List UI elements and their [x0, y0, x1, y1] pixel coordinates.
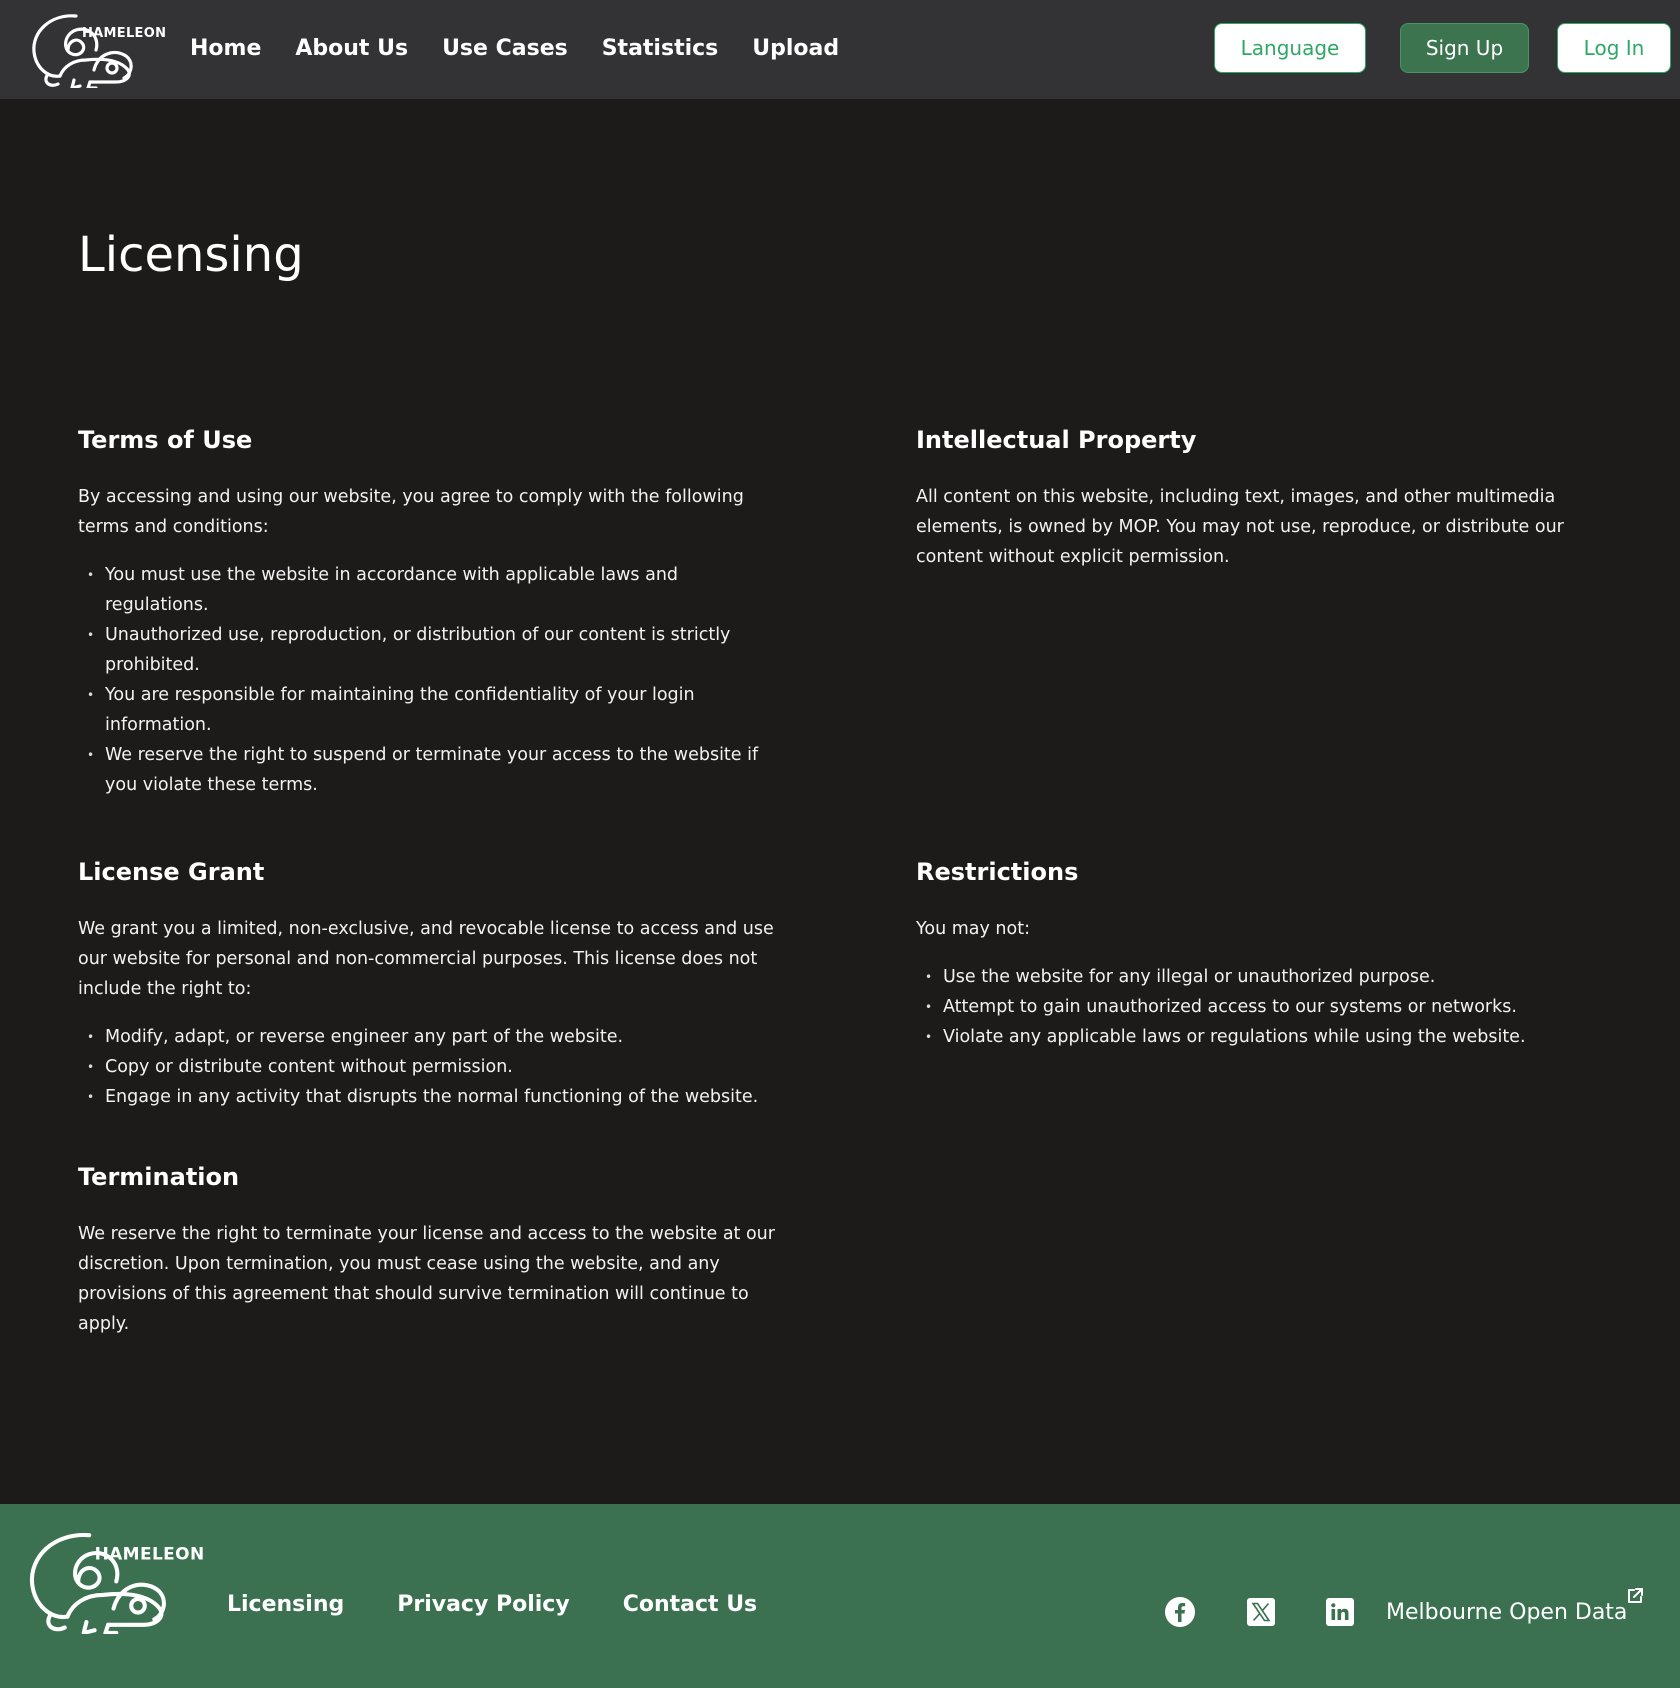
nav-use-cases[interactable]: Use Cases — [442, 32, 568, 66]
chameleon-logo-icon: HAMELEON — [30, 1533, 205, 1634]
restrictions-list: Use the website for any illegal or unaut… — [916, 962, 1596, 1052]
license-grant-section: License Grant We grant you a limited, no… — [78, 854, 778, 1112]
list-item: You are responsible for maintaining the … — [78, 680, 778, 740]
site-footer: HAMELEON Licensing Privacy Policy Contac… — [0, 1504, 1680, 1688]
page-title: Licensing — [78, 227, 304, 283]
footer-link-privacy-policy[interactable]: Privacy Policy — [397, 1588, 569, 1622]
restrictions-section: Restrictions You may not: Use the websit… — [916, 854, 1596, 1052]
list-item: Use the website for any illegal or unaut… — [916, 962, 1596, 992]
list-item: Engage in any activity that disrupts the… — [78, 1082, 778, 1112]
grant-list: Modify, adapt, or reverse engineer any p… — [78, 1022, 778, 1112]
terms-of-use-section: Terms of Use By accessing and using our … — [78, 422, 778, 800]
section-intro: We grant you a limited, non-exclusive, a… — [78, 919, 774, 999]
list-item: You must use the website in accordance w… — [78, 560, 778, 620]
nav-upload[interactable]: Upload — [752, 32, 839, 66]
melbourne-open-data-link[interactable]: Melbourne Open Data — [1386, 1596, 1627, 1630]
nav-about-us[interactable]: About Us — [295, 32, 408, 66]
list-item: Attempt to gain unauthorized access to o… — [916, 992, 1596, 1022]
section-intro: You may not: — [916, 919, 1030, 939]
chameleon-logo-icon: HAMELEON — [32, 14, 166, 88]
x-icon[interactable] — [1245, 1596, 1277, 1628]
language-button[interactable]: Language — [1214, 23, 1366, 73]
brand-name: HAMELEON — [95, 1544, 205, 1564]
brand-name: HAMELEON — [82, 26, 166, 41]
external-link-icon — [1625, 1586, 1645, 1606]
section-heading: Termination — [78, 1163, 240, 1191]
list-item: Modify, adapt, or reverse engineer any p… — [78, 1022, 778, 1052]
section-heading: Restrictions — [916, 858, 1079, 886]
section-body: All content on this website, including t… — [916, 487, 1564, 567]
termination-section: Termination We reserve the right to term… — [78, 1159, 778, 1339]
list-item: Copy or distribute content without permi… — [78, 1052, 778, 1082]
main-nav: Home About Us Use Cases Statistics Uploa… — [190, 32, 839, 66]
intellectual-property-section: Intellectual Property All content on thi… — [916, 422, 1596, 572]
linkedin-icon[interactable] — [1324, 1596, 1356, 1628]
list-item: Violate any applicable laws or regulatio… — [916, 1022, 1596, 1052]
sign-up-button[interactable]: Sign Up — [1400, 23, 1529, 73]
brand-logo[interactable]: HAMELEON — [28, 10, 168, 88]
nav-statistics[interactable]: Statistics — [602, 32, 719, 66]
section-heading: License Grant — [78, 858, 265, 886]
site-header: HAMELEON Home About Us Use Cases Statist… — [0, 0, 1680, 99]
section-heading: Intellectual Property — [916, 426, 1197, 454]
section-heading: Terms of Use — [78, 426, 253, 454]
section-intro: By accessing and using our website, you … — [78, 487, 744, 537]
terms-list: You must use the website in accordance w… — [78, 560, 778, 800]
list-item: We reserve the right to suspend or termi… — [78, 740, 778, 800]
list-item: Unauthorized use, reproduction, or distr… — [78, 620, 778, 680]
facebook-icon[interactable] — [1164, 1596, 1196, 1628]
section-body: We reserve the right to terminate your l… — [78, 1224, 775, 1334]
nav-home[interactable]: Home — [190, 32, 261, 66]
footer-brand-logo[interactable]: HAMELEON — [24, 1526, 214, 1634]
footer-link-licensing[interactable]: Licensing — [227, 1588, 344, 1622]
footer-link-contact-us[interactable]: Contact Us — [623, 1588, 757, 1622]
footer-nav: Licensing Privacy Policy Contact Us — [227, 1588, 757, 1622]
log-in-button[interactable]: Log In — [1557, 23, 1671, 73]
